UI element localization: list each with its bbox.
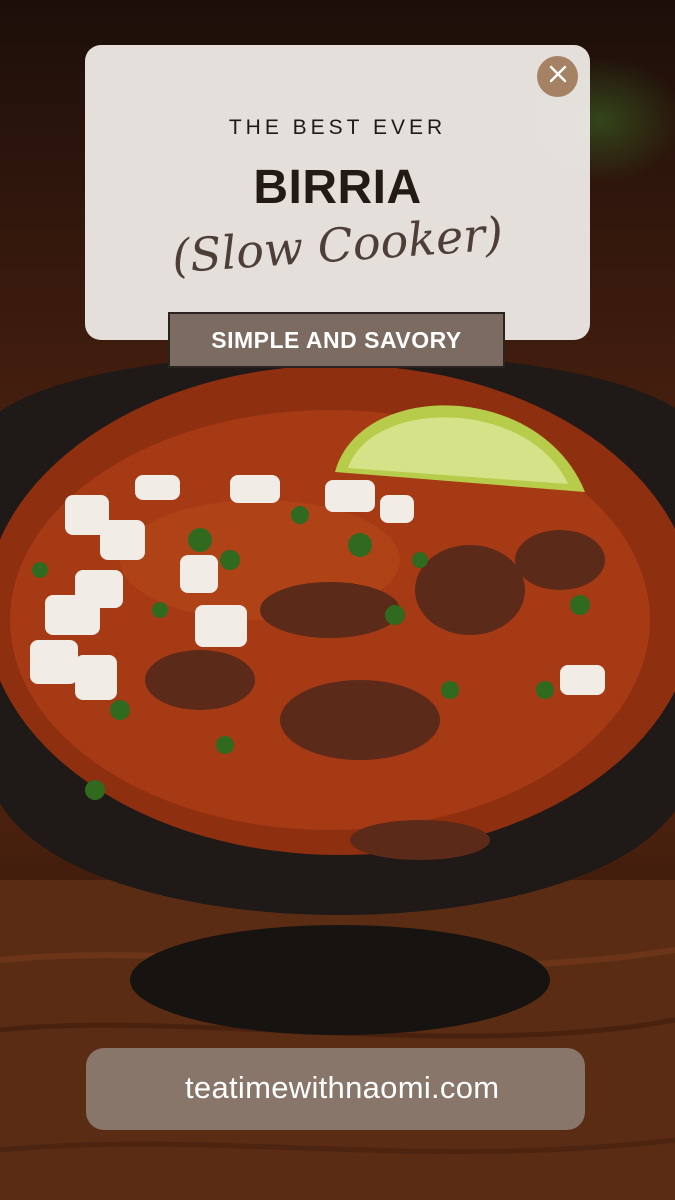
kicker-text: THE BEST EVER [228,116,447,139]
close-button[interactable] [537,56,578,97]
tagline-text: SIMPLE AND SAVORY [211,326,462,353]
tagline-banner: SIMPLE AND SAVORY [168,312,505,368]
close-icon [548,64,568,89]
website-url[interactable]: teatimewithnaomi.com [185,1070,499,1106]
